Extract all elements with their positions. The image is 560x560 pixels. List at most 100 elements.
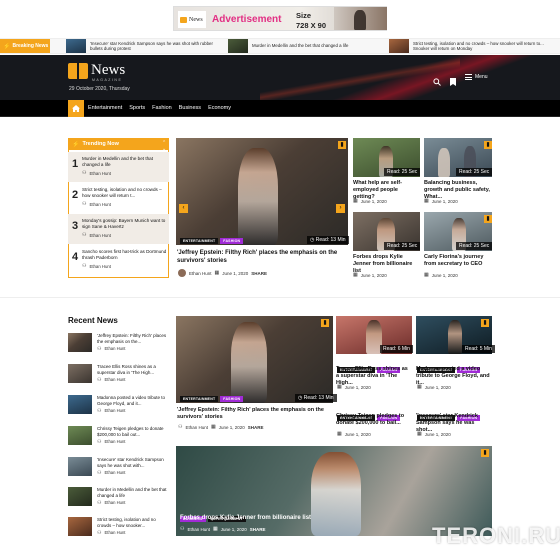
recent-item[interactable]: Madonna posted a video tribute to George… <box>68 395 168 421</box>
share-button[interactable]: SHARE <box>248 425 264 430</box>
breaking-news-label: ⚡ Breaking News <box>0 39 50 53</box>
search-icon[interactable] <box>433 73 441 86</box>
nav-item-economy[interactable]: Economy <box>208 105 231 111</box>
trending-number: 1 <box>71 158 79 170</box>
calendar-icon: ▦ <box>211 424 216 430</box>
hamburger-icon <box>465 74 472 80</box>
user-icon: ⚇ <box>97 469 102 476</box>
share-button[interactable]: SHARE <box>251 271 267 276</box>
author-name[interactable]: Ethan Hunt <box>185 425 208 430</box>
ad-banner[interactable]: News Advertisement Size 728 X 90 <box>173 6 387 31</box>
ticker-item[interactable]: Murder in Medellin and the bet that chan… <box>228 38 387 54</box>
recent-item[interactable]: Chrissy Teigen pledges to donate $200,00… <box>68 426 168 452</box>
breaking-news-text: Breaking News <box>12 43 49 49</box>
bottom-meta: ⚇ Ethan Hunt ▦ June 1, 2020 SHARE <box>180 526 266 532</box>
post-date: June 1, 2020 <box>220 526 247 532</box>
recent-item[interactable]: 'Insecure' star Kendrick Sampson says he… <box>68 457 168 483</box>
trending-item[interactable]: 1 Murder in Medellin and the bet that ch… <box>68 152 169 182</box>
trending-header: ⚡ Trending Now <box>68 138 169 150</box>
ad-size-label: Size <box>296 11 312 20</box>
side-card-title[interactable]: Carly Fiorina's journey from secretary t… <box>424 254 492 268</box>
category-tag[interactable]: FASHION <box>220 238 244 244</box>
recent-item[interactable]: Murder in Medellin and the bet that chan… <box>68 487 168 513</box>
read-time-badge: ◷ Read: 13 Min <box>295 394 337 402</box>
author-name[interactable]: Ethan Hunt <box>187 527 210 532</box>
read-time-badge: ◷ Read: 13 Min <box>307 236 349 244</box>
featured-meta: Ethan Hunt ▦ June 1, 2020 SHARE <box>178 269 267 277</box>
trending-number: 2 <box>71 189 79 201</box>
user-icon: ⚇ <box>82 232 87 238</box>
user-icon: ⚇ <box>97 376 102 383</box>
calendar-icon: ▦ <box>353 198 358 204</box>
recent-card-date: ▦ June 1, 2020 <box>417 384 451 390</box>
share-button[interactable]: SHARE <box>250 527 266 532</box>
bookmark-icon[interactable]: ▮ <box>321 319 329 327</box>
user-icon: ⚇ <box>82 263 87 269</box>
featured-tags: ENTERTAINMENT FASHION <box>180 229 245 247</box>
recent-item-author: ⚇ Ethan Hunt <box>97 499 126 506</box>
recent-main-meta: ⚇ Ethan Hunt ▦ June 1, 2020 SHARE <box>178 424 264 430</box>
nav-item-fashion[interactable]: Fashion <box>152 105 172 111</box>
recent-item[interactable]: 'Jeffrey Epstein: Filthy Rich' places th… <box>68 333 168 359</box>
bolt-icon: ⚡ <box>72 141 80 148</box>
bookmark-icon[interactable] <box>450 73 456 86</box>
calendar-icon: ▦ <box>337 431 342 437</box>
nav-item-business[interactable]: Business <box>179 105 201 111</box>
nav-links: Entertainment Sports Fashion Business Ec… <box>88 105 238 111</box>
bookmark-icon[interactable]: ▮ <box>481 449 489 457</box>
section-divider <box>0 297 560 298</box>
user-icon: ⚇ <box>178 424 183 430</box>
bookmark-icon[interactable]: ▮ <box>481 319 489 327</box>
trending-item-title: Monday's gossip: Bayern Munich want to s… <box>82 218 166 229</box>
featured-title[interactable]: 'Jeffrey Epstein: Filthy Rich' places th… <box>177 249 345 265</box>
trending-item[interactable]: 4 Sancho scores first hat-trick as Dortm… <box>68 245 169 275</box>
recent-card-date: ▦ June 1, 2020 <box>337 384 371 390</box>
calendar-icon: ▦ <box>424 272 429 278</box>
recent-news-title: Recent News <box>68 316 118 325</box>
recent-card-title[interactable]: Chrissy Teigen pledges to donate $200,00… <box>336 413 412 427</box>
user-icon: ⚇ <box>97 345 102 352</box>
logo-subtitle: magazine <box>92 78 123 82</box>
menu-label: Menu <box>475 74 488 80</box>
slider-prev-button[interactable]: ‹ <box>179 204 188 213</box>
trending-number: 3 <box>71 220 79 232</box>
bottom-title[interactable]: Forbes drops Kylie Jenner from billionai… <box>180 515 380 522</box>
category-tag[interactable]: ENTERTAINMENT <box>180 396 219 402</box>
menu-button[interactable]: Menu <box>465 74 488 80</box>
ticker-item[interactable]: 'Insecure' star Kendrick Sampson says he… <box>66 38 225 54</box>
ticker-item[interactable]: Strict testing, isolation and no crowds … <box>389 38 548 54</box>
recent-main-title[interactable]: 'Jeffrey Epstein: Filthy Rich' places th… <box>177 407 332 421</box>
bookmark-icon[interactable]: ▮ <box>338 141 346 149</box>
side-card-date: ▦ June 1, 2020 <box>353 272 387 278</box>
home-button[interactable] <box>68 100 84 117</box>
author-name[interactable]: Ethan Hunt <box>189 271 212 276</box>
slider-next-button[interactable]: › <box>336 204 345 213</box>
category-tag[interactable]: ENTERTAINMENT <box>180 238 219 244</box>
nav-item-entertainment[interactable]: Entertainment <box>88 105 122 111</box>
logo-text: News <box>91 62 126 78</box>
watermark: TERONI.RU <box>432 523 560 548</box>
site-logo[interactable]: News <box>68 62 125 79</box>
header-light-streak-2 <box>260 55 460 100</box>
trending-item[interactable]: 3 Monday's gossip: Bayern Munich want to… <box>68 214 169 244</box>
recent-item-title: 'Insecure' star Kendrick Sampson says he… <box>97 457 164 468</box>
book-icon <box>68 62 88 79</box>
nav-item-sports[interactable]: Sports <box>129 105 145 111</box>
author-avatar <box>178 269 186 277</box>
category-tag[interactable]: FASHION <box>220 396 244 402</box>
recent-item-author: ⚇ Ethan Hunt <box>97 438 126 445</box>
recent-item-title: 'Jeffrey Epstein: Filthy Rich' places th… <box>97 333 167 344</box>
bolt-icon: ⚡ <box>3 43 11 50</box>
read-time-badge: Read: 6 Min <box>380 345 413 353</box>
recent-item[interactable]: Strict testing, isolation and no crowds … <box>68 517 168 543</box>
trending-item-title: Strict testing, isolation and no crowds … <box>82 187 162 198</box>
bookmark-icon[interactable]: ▮ <box>484 141 492 149</box>
recent-item[interactable]: Tracee Ellis Ross shines as a superstar … <box>68 364 168 390</box>
user-icon: ⚇ <box>82 170 87 176</box>
trending-item[interactable]: 2 Strict testing, isolation and no crowd… <box>68 183 169 213</box>
home-icon <box>72 105 80 112</box>
recent-item-author: ⚇ Ethan Hunt <box>97 407 126 414</box>
ad-size-value: 728 X 90 <box>296 21 327 30</box>
ad-logo-text: News <box>189 16 203 23</box>
bookmark-icon[interactable]: ▮ <box>484 215 492 223</box>
